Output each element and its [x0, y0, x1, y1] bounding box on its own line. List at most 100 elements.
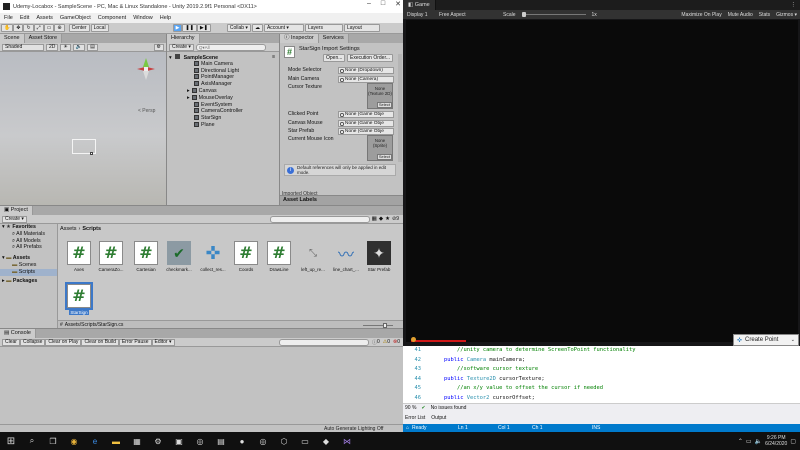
mouse-icon-slot[interactable]: None (Sprite) Select	[367, 135, 393, 161]
hand-tool-icon[interactable]: ✋	[1, 24, 14, 32]
tab-project[interactable]: ▣ Project	[0, 206, 33, 215]
effects-toggle-icon[interactable]: ▤	[87, 43, 98, 51]
tree-row-packages[interactable]: ▸ ▬ Packages	[0, 278, 57, 285]
menu-help[interactable]: Help	[160, 15, 171, 21]
shading-dropdown[interactable]: Shaded	[2, 43, 44, 51]
tab-inspector[interactable]: ⓘ Inspector	[280, 34, 319, 43]
filter-label-icon[interactable]: ◆	[379, 216, 383, 222]
expand-arrow-icon[interactable]: ▸	[187, 95, 190, 101]
rotate-tool-icon[interactable]: ↻	[23, 24, 34, 32]
collab-dropdown[interactable]: Collab ▾	[226, 24, 251, 32]
gizmos-dropdown[interactable]: ⚙	[153, 43, 164, 51]
code-line[interactable]: 44 public Texture2D cursorTexture;	[403, 375, 800, 385]
star-prefab-field[interactable]: None (Game Obje	[338, 128, 394, 135]
menu-gameobject[interactable]: GameObject	[60, 15, 91, 21]
persp-label[interactable]: < Persp	[138, 108, 155, 114]
asset-labels-bar[interactable]: Asset Labels	[280, 195, 403, 205]
create-point-button[interactable]: ✜ Create Point ⌄	[733, 334, 799, 346]
tree-row-assets[interactable]: ▾ ▬ Assets	[0, 255, 57, 262]
scale-tool-icon[interactable]: ⤢	[33, 24, 44, 32]
panel-menu-icon[interactable]: ⋮	[791, 2, 797, 8]
audio-toggle-icon[interactable]: 🔈	[72, 43, 86, 51]
maximize-icon[interactable]: □	[381, 0, 385, 8]
search-icon[interactable]: ⌕	[24, 433, 40, 449]
tab-asset-store[interactable]: Asset Store	[24, 34, 63, 43]
tree-row[interactable]: ⌕ All Materials	[0, 231, 57, 238]
scale-slider[interactable]	[521, 12, 586, 17]
menu-component[interactable]: Component	[98, 15, 126, 21]
move-tool-icon[interactable]: ✥	[13, 24, 24, 32]
hierarchy-item[interactable]: EventSystem	[167, 102, 279, 109]
mouse-icon-select-button[interactable]: Select	[376, 154, 392, 160]
zoom-slider-thumb[interactable]	[383, 322, 387, 328]
rect-tool-icon[interactable]: ▭	[43, 24, 55, 32]
object-picker-icon[interactable]	[340, 130, 344, 134]
zoom-slider[interactable]	[363, 322, 393, 328]
tab-error-list[interactable]: Error List	[405, 415, 425, 421]
code-line[interactable]: 41 //unity camera to determine ScreenToP…	[403, 346, 800, 356]
hierarchy-item[interactable]: CameraController	[167, 108, 279, 115]
tab-game[interactable]: ◧ Game	[403, 0, 436, 10]
asset-item[interactable]: # DrawLine	[266, 241, 292, 272]
code-line[interactable]: 42 public Camera mainCamera;	[403, 356, 800, 366]
mute-audio-toggle[interactable]: Mute Audio	[728, 12, 753, 18]
chrome-icon[interactable]: ◉	[66, 433, 82, 449]
visual-studio-icon[interactable]: ⋈	[339, 433, 355, 449]
canvas-mouse-field[interactable]: None (Game Obje	[338, 120, 394, 127]
transform-tool-icon[interactable]: ⊕	[54, 24, 65, 32]
menu-assets[interactable]: Assets	[36, 15, 53, 21]
tab-console[interactable]: ▤ Console	[0, 329, 36, 338]
light-toggle-icon[interactable]: ☀	[60, 43, 71, 51]
menu-edit[interactable]: Edit	[20, 15, 29, 21]
hierarchy-item[interactable]: ▸ MouseOverlay	[167, 95, 279, 102]
project-search-input[interactable]	[269, 215, 370, 223]
clear-on-build-button[interactable]: Clear on Build	[81, 338, 119, 346]
aspect-dropdown[interactable]: Free Aspect	[439, 12, 497, 18]
asset-item[interactable]: ⤡ left_up_re...	[300, 241, 326, 273]
selected-handle[interactable]	[90, 152, 93, 155]
cursor-texture-select-button[interactable]: Select	[376, 102, 392, 108]
hierarchy-item[interactable]: Directional Light	[167, 68, 279, 75]
favorite-star-icon[interactable]: ★	[385, 216, 390, 222]
edge-icon[interactable]: e	[87, 433, 103, 449]
layers-dropdown[interactable]: Layers	[304, 24, 343, 32]
asset-item[interactable]: # CameraZo...	[98, 241, 124, 272]
asset-item[interactable]: # Coords	[233, 241, 259, 272]
photos-icon[interactable]: ▣	[171, 433, 187, 449]
settings-icon[interactable]: ⚙	[150, 433, 166, 449]
clock[interactable]: 9:26 PM 6/24/2020	[765, 435, 787, 447]
collapse-button[interactable]: Collapse	[19, 338, 46, 346]
windows-start-icon[interactable]: ⊞	[3, 433, 19, 449]
asset-item-selected[interactable]: # StarSign	[65, 282, 93, 315]
stats-toggle[interactable]: Stats	[759, 12, 770, 18]
asset-item[interactable]: ✦ Star Prefab	[366, 241, 392, 272]
object-picker-icon[interactable]	[340, 78, 344, 82]
close-icon[interactable]: ✕	[395, 0, 401, 8]
zoom-level[interactable]: 90 %	[405, 405, 416, 411]
hierarchy-create-dropdown[interactable]: Create ▾	[169, 43, 194, 51]
terminal-icon[interactable]: ▭	[297, 433, 313, 449]
step-button[interactable]: ▶❚	[196, 24, 211, 32]
gizmos-dropdown[interactable]: Gizmos ▾	[776, 12, 797, 18]
unity-icon[interactable]: ◆	[318, 433, 334, 449]
code-line[interactable]: 46 public Vector2 cursorOffset;	[403, 394, 800, 404]
clear-button[interactable]: Clear	[2, 338, 20, 346]
scale-slider-thumb[interactable]	[521, 12, 526, 17]
obs-icon[interactable]: ●	[234, 433, 250, 449]
error-pause-button[interactable]: Error Pause	[118, 338, 152, 346]
asset-item[interactable]: ✜ collect_res...	[200, 241, 226, 273]
inspector-scrollbar[interactable]	[398, 54, 402, 162]
game-viewport[interactable]	[406, 20, 798, 342]
space-toggle[interactable]: Local	[90, 24, 109, 32]
scene-menu-icon[interactable]: ≡	[272, 54, 275, 61]
tree-row[interactable]: ⌕ All Prefabs	[0, 244, 57, 251]
code-line[interactable]: 43 //software cursor texture	[403, 365, 800, 375]
menu-window[interactable]: Window	[133, 15, 153, 21]
breadcrumb-assets[interactable]: Assets	[60, 226, 77, 232]
file-explorer-icon[interactable]: ▬	[108, 433, 124, 449]
maximize-on-play-toggle[interactable]: Maximize On Play	[681, 12, 721, 18]
steam-icon[interactable]: ◎	[192, 433, 208, 449]
asset-item[interactable]: 〰 line_chart_...	[333, 241, 359, 272]
cursor-texture-slot[interactable]: None (Texture 2D) Select	[367, 83, 393, 109]
expand-arrow-icon[interactable]: ▸	[187, 88, 190, 94]
